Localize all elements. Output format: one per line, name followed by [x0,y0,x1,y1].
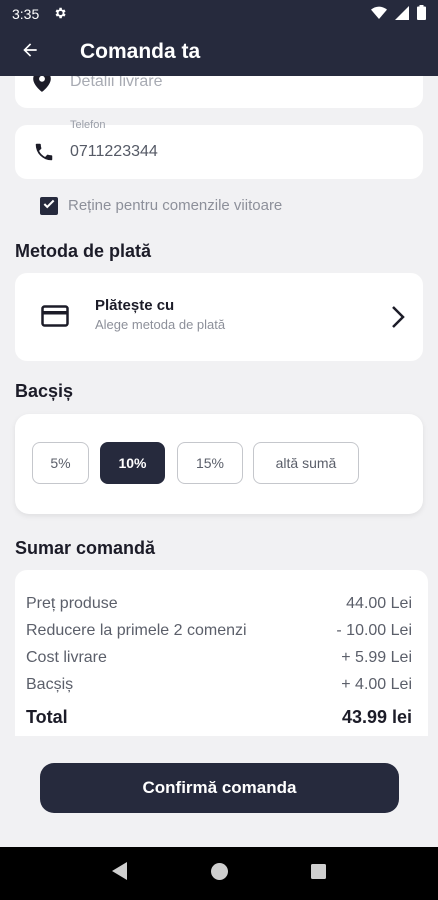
summary-row: Cost livrare + 5.99 Lei [26,649,412,667]
tip-option-15[interactable]: 15% [177,442,243,484]
app-bar: Comanda ta [0,28,438,76]
order-content[interactable]: Detalii livrare 0711223344 Telefon Rețin… [0,76,438,736]
tip-card: 5% 10% 15% altă sumă [15,414,423,514]
summary-row: Preț produse 44.00 Lei [26,595,412,613]
checkmark-icon [42,197,56,216]
summary-card: Preț produse 44.00 Lei Reducere la prime… [15,570,428,736]
back-button[interactable] [0,28,60,76]
summary-row-value: - 10.00 Lei [336,622,412,639]
payment-title: Plătește cu [95,297,175,314]
tip-section-title: Bacșiș [15,381,74,401]
remember-checkbox[interactable] [40,197,58,215]
system-nav-bar [0,847,438,900]
summary-section-title: Sumar comandă [15,538,156,558]
confirm-order-button[interactable]: Confirmă comanda [40,763,399,813]
summary-row: Reducere la primele 2 comenzi - 10.00 Le… [26,622,412,640]
payment-section-title: Metoda de plată [15,241,152,261]
credit-card-icon [41,305,69,332]
summary-row-label: Reducere la primele 2 comenzi [26,622,247,639]
back-arrow-icon [20,40,40,65]
remember-label: Reține pentru comenzile viitoare [68,197,283,214]
nav-recents-icon[interactable] [311,863,327,884]
phone-label: Telefon [70,119,106,131]
chevron-right-icon [391,305,405,334]
summary-total-value: 43.99 lei [341,707,412,727]
battery-icon [417,5,426,23]
tip-option-5[interactable]: 5% [32,442,89,484]
signal-icon [395,5,409,23]
summary-total-label: Total [26,707,68,727]
summary-row-value: 44.00 Lei [346,595,412,612]
summary-row-label: Cost livrare [26,649,107,666]
phone-icon [33,141,55,168]
page-title: Comanda ta [80,40,201,63]
location-pin-icon [33,76,51,97]
address-field[interactable]: Detalii livrare [15,76,423,108]
tip-option-custom[interactable]: altă sumă [253,442,359,484]
summary-row: Bacșiș + 4.00 Lei [26,676,412,694]
address-placeholder: Detalii livrare [70,76,163,90]
status-time: 3:35 [12,6,40,22]
status-bar: 3:35 [0,0,438,28]
summary-row-label: Preț produse [26,595,118,612]
summary-row-label: Bacșiș [26,676,74,693]
payment-method-card[interactable]: Plătește cu Alege metoda de plată [15,273,423,361]
tip-option-10[interactable]: 10% [100,442,165,484]
summary-row-value: + 4.00 Lei [341,676,412,693]
settings-icon [53,6,67,23]
wifi-icon [371,6,387,23]
summary-row-value: + 5.99 Lei [341,649,412,666]
phone-value: 0711223344 [70,143,158,160]
nav-home-icon[interactable] [210,862,228,885]
nav-back-icon[interactable] [111,862,128,885]
phone-field[interactable]: 0711223344 [15,125,423,179]
payment-subtitle: Alege metoda de plată [95,317,226,332]
summary-total-row: Total 43.99 lei [26,707,412,728]
